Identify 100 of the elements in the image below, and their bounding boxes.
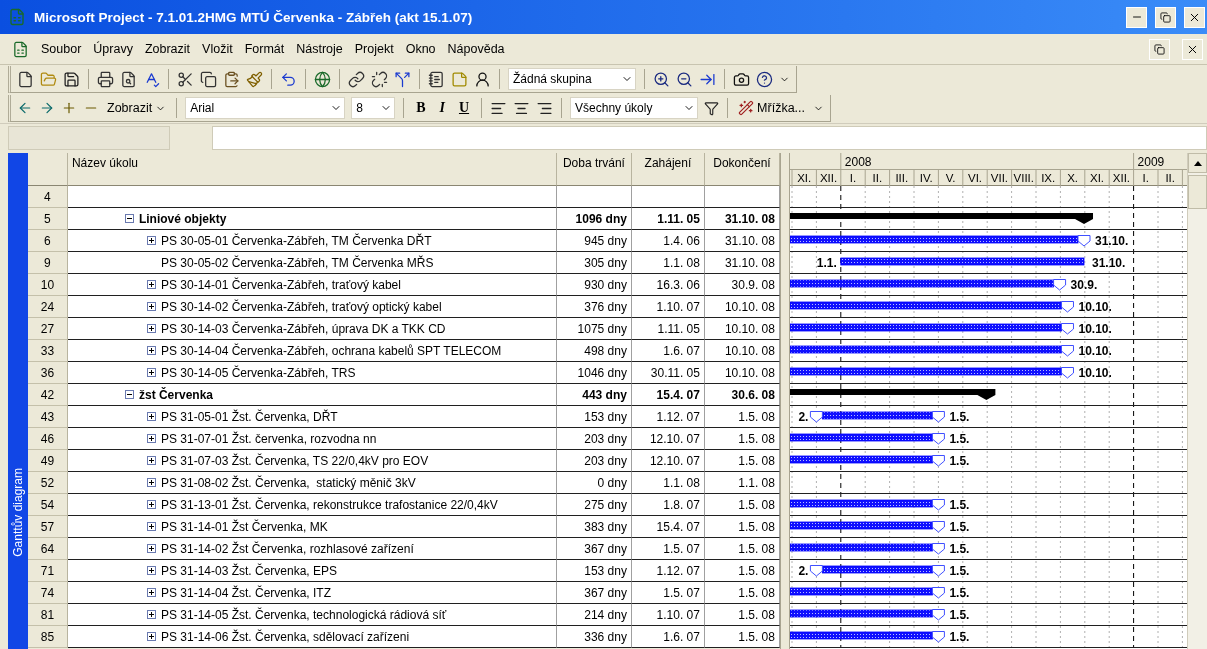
split-task-icon[interactable] <box>394 70 411 88</box>
restore-button[interactable] <box>1149 38 1170 60</box>
row-number[interactable]: 6 <box>27 230 68 252</box>
bold-button[interactable]: B <box>412 100 430 116</box>
row-number[interactable]: 43 <box>27 406 68 428</box>
open-folder-icon[interactable] <box>40 70 57 88</box>
menu-item[interactable]: Úpravy <box>93 42 133 56</box>
globe-icon[interactable] <box>314 70 331 88</box>
menu-item[interactable]: Zobrazit <box>144 42 191 56</box>
assistant-icon[interactable] <box>474 70 491 88</box>
scroll-thumb[interactable] <box>1188 175 1207 209</box>
row-number[interactable]: 52 <box>27 472 68 494</box>
expand-icon[interactable] <box>146 236 156 245</box>
minimize-button[interactable] <box>1126 6 1147 28</box>
restore-button[interactable] <box>1155 6 1176 28</box>
expand-icon[interactable] <box>146 478 156 487</box>
row-number[interactable]: 9 <box>27 252 68 274</box>
underline-button[interactable]: U <box>454 100 474 116</box>
paste-icon[interactable] <box>223 70 240 88</box>
copy-icon[interactable] <box>200 70 217 88</box>
save-icon[interactable] <box>63 70 80 88</box>
expand-icon[interactable] <box>146 346 156 355</box>
cut-icon[interactable] <box>177 70 194 88</box>
font-size-select[interactable]: 8 <box>351 97 396 119</box>
row-number[interactable]: 46 <box>27 428 68 450</box>
collapse-icon[interactable] <box>124 214 134 223</box>
expand-icon[interactable] <box>146 544 156 553</box>
duration-cell: 367 dny <box>556 582 632 604</box>
row-number[interactable]: 42 <box>27 384 68 406</box>
plus-icon[interactable] <box>61 100 77 116</box>
row-number[interactable]: 64 <box>27 538 68 560</box>
unlink-icon[interactable] <box>371 70 388 88</box>
zoom-out-icon[interactable] <box>676 70 693 88</box>
expand-icon[interactable] <box>146 566 156 575</box>
scroll-up-button[interactable] <box>1188 153 1207 173</box>
row-number[interactable]: 71 <box>27 560 68 582</box>
expand-icon[interactable] <box>146 500 156 509</box>
row-number[interactable]: 5 <box>27 208 68 230</box>
row-number[interactable]: 57 <box>27 516 68 538</box>
close-button[interactable] <box>1182 38 1203 60</box>
expand-icon[interactable] <box>146 522 156 531</box>
collapse-icon[interactable] <box>124 390 134 399</box>
right-arrow-icon[interactable] <box>39 100 55 116</box>
finish-cell: 1.5. 08 <box>704 582 780 604</box>
row-number[interactable]: 27 <box>27 318 68 340</box>
row-number[interactable]: 81 <box>27 604 68 626</box>
task-info-icon[interactable] <box>428 70 445 88</box>
row-number[interactable]: 49 <box>27 450 68 472</box>
column-header[interactable]: Doba trvání <box>556 153 632 186</box>
column-header[interactable]: Název úkolu <box>67 153 557 186</box>
show-dropdown-button[interactable]: Zobrazit <box>105 101 169 115</box>
row-number[interactable]: 54 <box>27 494 68 516</box>
vertical-scrollbar[interactable] <box>1187 153 1207 649</box>
expand-icon[interactable] <box>146 302 156 311</box>
expand-icon[interactable] <box>146 456 156 465</box>
expand-icon[interactable] <box>146 632 156 641</box>
format-painter-icon[interactable] <box>246 70 263 88</box>
link-icon[interactable] <box>348 70 365 88</box>
expand-icon[interactable] <box>146 412 156 421</box>
menu-item[interactable]: Formát <box>244 42 285 56</box>
expand-icon[interactable] <box>146 588 156 597</box>
filter-select[interactable]: Všechny úkoly <box>570 97 699 119</box>
help-icon[interactable] <box>756 70 773 88</box>
row-number[interactable]: 85 <box>27 626 68 648</box>
start-cell: 1.12. 07 <box>631 560 705 582</box>
close-button[interactable] <box>1184 6 1205 28</box>
zoom-in-icon[interactable] <box>653 70 670 88</box>
italic-button[interactable]: I <box>435 100 449 116</box>
printer-icon[interactable] <box>97 70 114 88</box>
row-number[interactable]: 33 <box>27 340 68 362</box>
row-number[interactable]: 36 <box>27 362 68 384</box>
menu-item[interactable]: Okno <box>405 42 436 56</box>
document-icon[interactable] <box>12 40 29 58</box>
menu-item[interactable]: Soubor <box>41 42 82 56</box>
expand-icon[interactable] <box>146 280 156 289</box>
menu-item[interactable]: Nástroje <box>296 42 343 56</box>
gantt-wizard-button[interactable]: Mřížka... <box>736 100 807 116</box>
group-select[interactable]: Žádná skupina <box>508 68 636 90</box>
menu-item[interactable]: Vložit <box>202 42 233 56</box>
menu-item[interactable]: Nápověda <box>447 42 505 56</box>
menu-item[interactable]: Projekt <box>354 42 394 56</box>
font-select[interactable]: Arial <box>185 97 346 119</box>
view-bar[interactable]: Ganttův diagram <box>8 153 28 649</box>
expand-icon[interactable] <box>146 434 156 443</box>
expand-icon[interactable] <box>146 368 156 377</box>
camera-icon[interactable] <box>733 70 750 88</box>
column-header[interactable]: Dokončení <box>704 153 780 186</box>
row-number[interactable]: 4 <box>27 186 68 208</box>
expand-icon[interactable] <box>146 610 156 619</box>
print-preview-icon[interactable] <box>120 70 137 88</box>
row-number[interactable]: 10 <box>27 274 68 296</box>
note-icon[interactable] <box>451 70 468 88</box>
row-number[interactable]: 74 <box>27 582 68 604</box>
column-header[interactable]: Zahájení <box>631 153 705 186</box>
entry-field[interactable] <box>212 125 1207 150</box>
autofilter-icon[interactable] <box>704 100 720 116</box>
new-document-icon[interactable] <box>17 70 34 88</box>
expand-icon[interactable] <box>146 324 156 333</box>
undo-icon[interactable] <box>280 70 297 88</box>
row-number[interactable]: 24 <box>27 296 68 318</box>
